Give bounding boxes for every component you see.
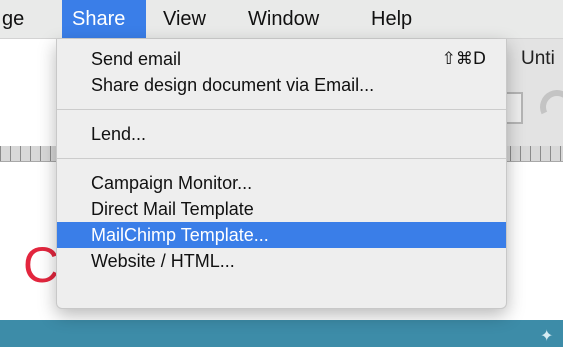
menu-item-label: Website / HTML... <box>91 251 235 271</box>
canvas-banner <box>0 320 563 347</box>
canvas-text: C <box>23 237 60 293</box>
menu-item-mailchimp[interactable]: MailChimp Template... <box>57 222 506 248</box>
menu-item-label: Share design document via Email... <box>91 75 375 95</box>
menu-item-direct-mail[interactable]: Direct Mail Template <box>57 196 506 222</box>
menu-item-send-email[interactable]: Send email ⇧⌘D <box>57 46 506 72</box>
menu-item-share-design[interactable]: Share design document via Email... <box>57 72 506 98</box>
menubar-item-prev[interactable]: ge <box>0 0 62 38</box>
menu-item-campaign-monitor[interactable]: Campaign Monitor... <box>57 170 506 196</box>
share-menu: Send email ⇧⌘D Share design document via… <box>56 39 507 309</box>
menu-separator <box>57 158 506 159</box>
menu-item-website-html[interactable]: Website / HTML... <box>57 248 506 274</box>
menu-item-label: Lend... <box>91 124 147 144</box>
menubar-item-share[interactable]: Share <box>62 0 146 38</box>
menu-item-lend[interactable]: Lend... <box>57 121 506 147</box>
shortcut-label: ⇧⌘D <box>441 49 486 69</box>
menu-item-label: MailChimp Template... <box>91 225 269 245</box>
menu-item-label: Direct Mail Template <box>91 199 254 219</box>
menu-bar: ge Share View Window Help <box>0 0 563 39</box>
banner-decoration-icon: ✦ <box>540 328 554 345</box>
document-title: Unti <box>521 48 555 69</box>
menubar-item-help[interactable]: Help <box>361 0 422 38</box>
menubar-item-window[interactable]: Window <box>238 0 329 38</box>
menu-separator <box>57 109 506 110</box>
menu-item-label: Campaign Monitor... <box>91 173 253 193</box>
menu-item-label: Send email <box>91 49 182 69</box>
menubar-item-view[interactable]: View <box>153 0 216 38</box>
